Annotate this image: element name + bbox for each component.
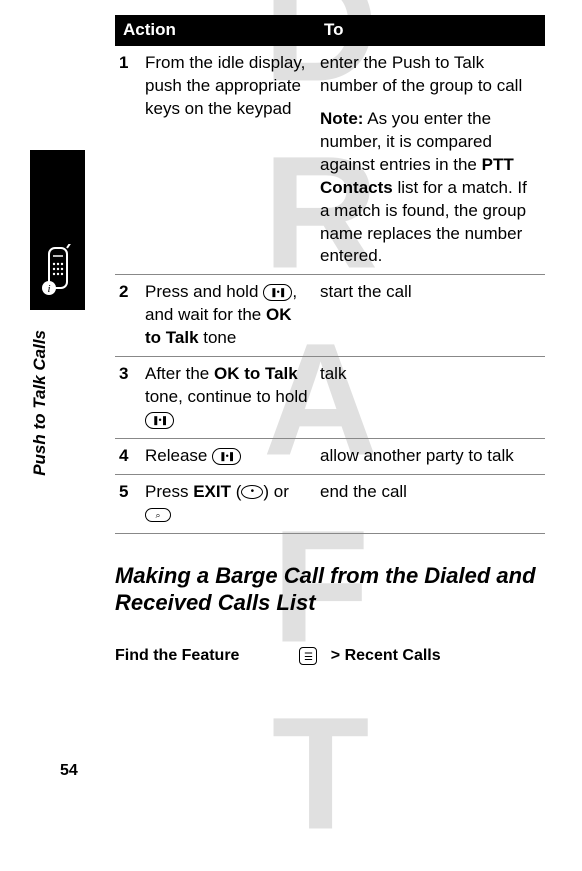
step-action: Press EXIT ( ) or: [141, 474, 316, 533]
step-action: Release: [141, 439, 316, 475]
exit-label: EXIT: [193, 482, 231, 501]
gt-symbol: >: [331, 647, 340, 664]
action-text: Press: [145, 482, 193, 501]
step-to: end the call: [316, 474, 545, 533]
step-number: 4: [115, 439, 141, 475]
to-main: enter the Push to Talk number of the gro…: [320, 53, 522, 95]
action-text: Release: [145, 446, 212, 465]
action-text: After the: [145, 364, 214, 383]
table-row: 4 Release allow another party to talk: [115, 439, 545, 475]
step-number: 3: [115, 357, 141, 439]
table-row: 2 Press and hold , and wait for the OK t…: [115, 275, 545, 357]
table-row: 3 After the OK to Talk tone, continue to…: [115, 357, 545, 439]
subheading: Making a Barge Call from the Dialed and …: [115, 562, 545, 617]
table-row: 1 From the idle display, push the approp…: [115, 46, 545, 275]
menu-key-icon: [299, 647, 317, 665]
page-content: Action To 1 From the idle display, push …: [115, 15, 545, 665]
note-label: Note:: [320, 109, 363, 128]
ptt-key-icon: [145, 412, 174, 429]
note-paragraph: Note: As you enter the number, it is com…: [320, 108, 541, 269]
table-row: 5 Press EXIT ( ) or end the call: [115, 474, 545, 533]
action-text: Press and hold: [145, 282, 263, 301]
page-number: 54: [60, 762, 78, 780]
action-text: (: [231, 482, 241, 501]
step-action: After the OK to Talk tone, continue to h…: [141, 357, 316, 439]
step-to: allow another party to talk: [316, 439, 545, 475]
step-action: Press and hold , and wait for the OK to …: [141, 275, 316, 357]
find-feature-row: Find the Feature > Recent Calls: [115, 647, 545, 665]
steps-table: Action To 1 From the idle display, push …: [115, 15, 545, 534]
step-number: 1: [115, 46, 141, 275]
header-action: Action: [115, 15, 316, 46]
recent-calls-label: Recent Calls: [345, 647, 441, 664]
ptt-key-icon: [263, 284, 292, 301]
step-number: 2: [115, 275, 141, 357]
section-label: Push to Talk Calls: [30, 184, 50, 330]
step-number: 5: [115, 474, 141, 533]
header-to: To: [316, 15, 545, 46]
step-to: start the call: [316, 275, 545, 357]
action-text: tone: [199, 328, 237, 347]
action-text: tone, continue to hold: [145, 387, 308, 406]
ptt-key-icon: [212, 448, 241, 465]
action-text: ) or: [263, 482, 289, 501]
step-to: talk: [316, 357, 545, 439]
end-key-icon: [145, 508, 171, 522]
find-feature-path: > Recent Calls: [299, 647, 440, 665]
softkey-icon: [241, 485, 263, 499]
find-feature-label: Find the Feature: [115, 647, 239, 665]
step-action: From the idle display, push the appropri…: [141, 46, 316, 275]
table-header-row: Action To: [115, 15, 545, 46]
ok-to-talk-label: OK to Talk: [214, 364, 298, 383]
step-to: enter the Push to Talk number of the gro…: [316, 46, 545, 275]
